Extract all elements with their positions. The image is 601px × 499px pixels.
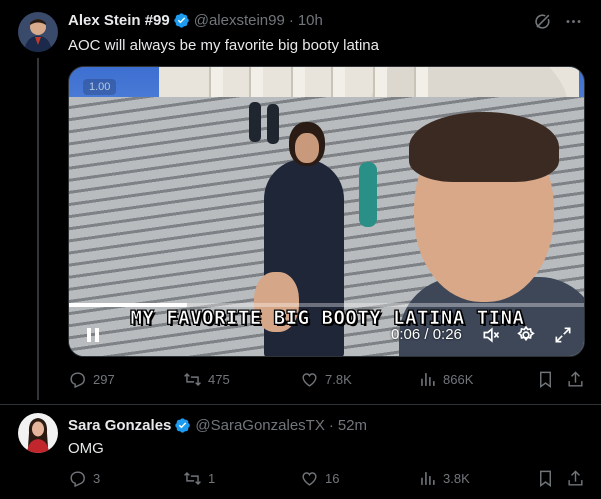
separator-dot: · [328,416,334,434]
repost-count: 475 [208,372,230,387]
views-count: 3.8K [443,471,470,486]
reply-icon [70,471,85,488]
tweet-top-icons [533,12,583,31]
fullscreen-icon[interactable] [553,325,573,345]
avatar-sara-gonzales[interactable] [18,413,58,453]
timestamp[interactable]: 10h [298,12,323,29]
video-player[interactable]: 1.00 MY FAVORITE BIG BOOTY LATINA TINA 0… [68,66,585,357]
handle[interactable]: @alexstein99 [194,12,285,29]
tweet-alex-stein[interactable]: Alex Stein #99 @alexstein99 · 10h AOC wi… [0,0,601,404]
video-progress-bar[interactable] [69,303,584,307]
settings-icon[interactable] [516,325,536,345]
tweet-actions: 297 475 7.8K 866K [68,370,588,392]
share-icon[interactable] [566,370,585,389]
like-button[interactable]: 7.8K [300,370,352,389]
bookmark-icon[interactable] [536,370,555,389]
views-icon [421,373,435,386]
tweet-header: Sara Gonzales @SaraGonzalesTX · 52m [68,415,367,435]
tweet-text: AOC will always be my favorite big booty… [68,37,379,54]
tweet-header: Alex Stein #99 @alexstein99 · 10h [68,10,323,30]
video-frame-man-hair [409,112,559,182]
mute-icon[interactable] [481,325,501,345]
like-button[interactable]: 16 [300,469,339,488]
verified-badge-icon[interactable] [174,417,191,434]
pause-icon[interactable] [83,325,103,345]
repost-icon [184,471,201,486]
like-icon [302,472,317,486]
handle[interactable]: @SaraGonzalesTX [195,417,324,434]
views-count: 866K [443,372,474,387]
like-count: 16 [325,471,340,486]
video-controls: 0:06 / 0:26 [69,317,584,353]
views-button[interactable]: 866K [418,370,473,389]
display-name[interactable]: Alex Stein #99 [68,12,170,29]
like-count: 7.8K [325,372,352,387]
verified-badge-icon[interactable] [173,12,190,29]
tweet-actions: 3 1 16 3.8K [68,469,588,491]
video-progress-fill [69,303,188,307]
reply-icon [70,372,85,389]
grok-icon[interactable] [533,12,552,31]
views-icon [421,472,435,485]
video-frame-person [249,102,261,142]
share-icon[interactable] [566,469,585,488]
thread-line [37,58,39,400]
video-time-display: 0:06 / 0:26 [391,326,462,343]
bookmark-icon[interactable] [536,469,555,488]
video-frame-person [359,162,377,227]
reply-button[interactable]: 297 [68,370,115,389]
repost-count: 1 [208,471,216,486]
video-frame-woman-face [295,133,319,163]
timestamp[interactable]: 52m [338,417,367,434]
avatar-alex-stein[interactable] [18,12,58,52]
tweet-sara-gonzales[interactable]: Sara Gonzales @SaraGonzalesTX · 52m OMG … [0,405,601,499]
like-icon [302,373,317,387]
more-icon[interactable] [564,12,583,31]
reply-count: 297 [93,372,115,387]
repost-button[interactable]: 1 [183,469,215,488]
reply-count: 3 [93,471,101,486]
repost-icon [184,372,201,387]
views-button[interactable]: 3.8K [418,469,470,488]
tweet-text: OMG [68,440,104,457]
video-frame-person [267,104,279,144]
reply-button[interactable]: 3 [68,469,100,488]
playback-rate-badge: 1.00 [83,79,117,95]
repost-button[interactable]: 475 [183,370,230,389]
display-name[interactable]: Sara Gonzales [68,417,171,434]
separator-dot: · [288,11,294,29]
